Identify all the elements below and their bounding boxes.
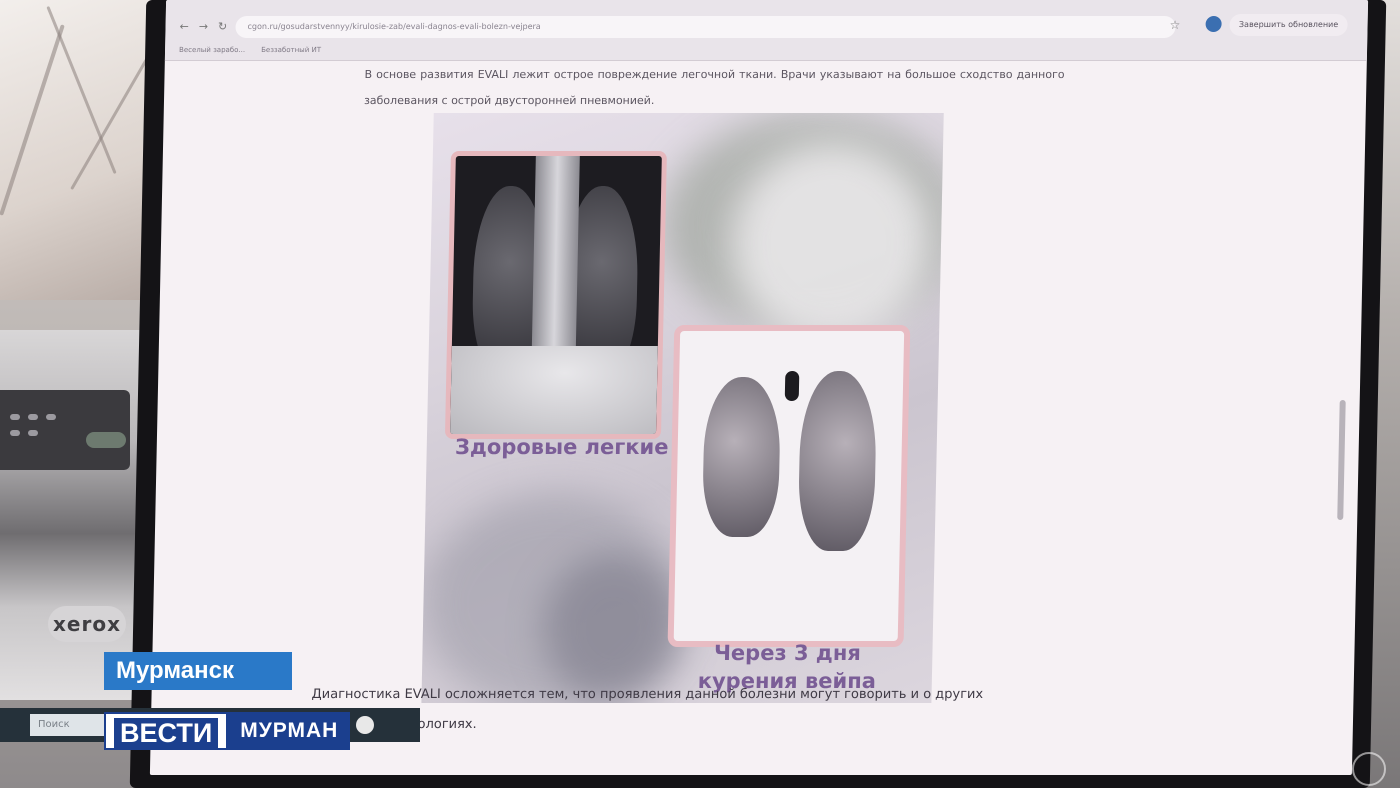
corner-watermark-icon [1352, 752, 1386, 786]
bookmark-star-icon[interactable]: ☆ [1169, 18, 1180, 32]
reload-icon[interactable]: ↻ [218, 20, 227, 33]
ct-scan-image [667, 325, 911, 647]
window-background [0, 0, 160, 300]
diaphragm [449, 346, 658, 436]
printer-logo: xerox [48, 606, 126, 642]
channel-brand-text: ВЕСТИ [114, 718, 219, 748]
printer-button [10, 430, 20, 436]
caption-vape-line1: Через 3 дня [713, 641, 862, 665]
channel-brand: ВЕСТИ [104, 712, 229, 750]
left-lung-damaged [701, 377, 782, 537]
printer-button [10, 414, 20, 420]
profile-avatar[interactable] [1205, 16, 1222, 32]
article-figure: Здоровые легкие Через 3 дня курения вейп… [421, 113, 944, 703]
smoke-cloud [728, 143, 934, 343]
scrollbar-thumb[interactable] [1337, 400, 1346, 520]
bookmark-item[interactable]: Веселый зарабо... [179, 46, 245, 54]
bookmarks-bar: Веселый зарабо... Беззаботный ИТ [179, 46, 321, 54]
back-icon[interactable]: ← [179, 20, 188, 33]
trachea [784, 371, 800, 401]
monitor-screen: ← → ↻ cgon.ru/gosudarstvennyy/kirulosie-… [149, 0, 1369, 775]
right-lung-damaged [797, 371, 878, 551]
xray-healthy-image [444, 151, 667, 439]
caption-healthy: Здоровые легкие [454, 435, 669, 459]
update-button[interactable]: Завершить обновление [1229, 14, 1348, 36]
printer [0, 330, 150, 700]
city-label: Мурманск [104, 652, 292, 690]
printer-button [28, 430, 38, 436]
tree-branch [46, 5, 117, 175]
printer-control-panel [0, 390, 130, 470]
channel-logo: ВЕСТИ МУРМАН [104, 712, 351, 750]
channel-region: МУРМАН [228, 712, 351, 750]
forward-icon[interactable]: → [199, 20, 208, 33]
bookmark-item[interactable]: Беззаботный ИТ [261, 46, 321, 54]
printer-start-button [86, 432, 126, 448]
printer-button [28, 414, 38, 420]
address-bar[interactable]: cgon.ru/gosudarstvennyy/kirulosie-zab/ev… [235, 16, 1176, 38]
app-icon[interactable] [356, 716, 374, 734]
browser-chrome: ← → ↻ cgon.ru/gosudarstvennyy/kirulosie-… [164, 0, 1369, 61]
printer-button [46, 414, 56, 420]
browser-nav: ← → ↻ [179, 20, 227, 33]
tree-branch [0, 24, 65, 216]
article-intro: В основе развития EVALI лежит острое пов… [363, 68, 1065, 107]
